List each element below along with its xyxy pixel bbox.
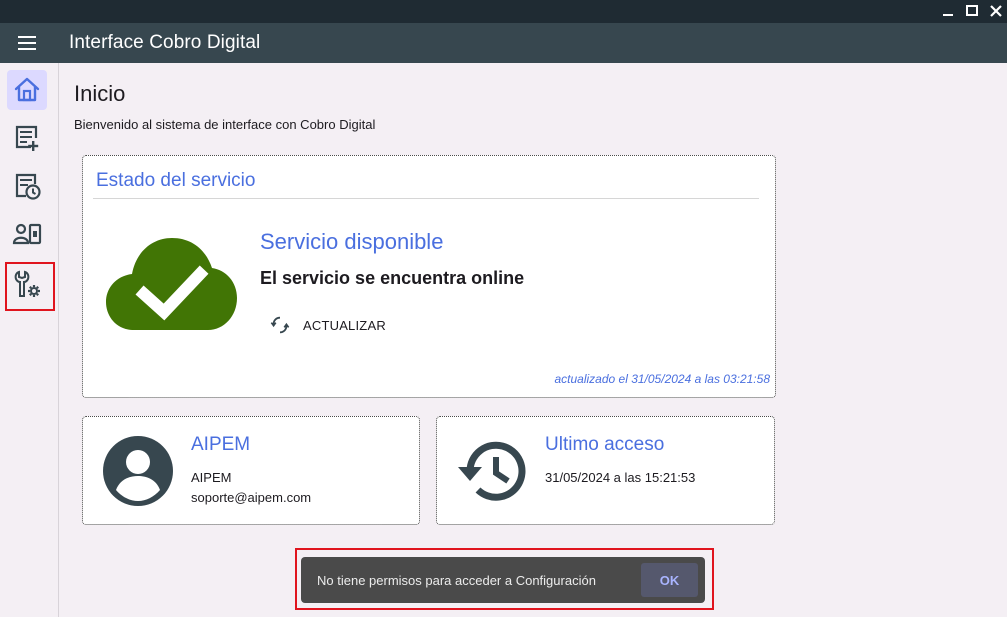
minimize-icon[interactable] — [939, 2, 957, 20]
configuracion-highlight — [5, 262, 55, 311]
menu-icon[interactable] — [16, 32, 38, 54]
sidebar — [0, 63, 59, 617]
history-icon — [458, 441, 526, 501]
user-card: AIPEM AIPEM soporte@aipem.com — [82, 416, 420, 525]
sidebar-item-usuarios[interactable] — [7, 214, 47, 254]
card-divider — [93, 198, 759, 199]
page-title: Inicio — [74, 81, 126, 106]
maximize-icon[interactable] — [963, 2, 981, 20]
snackbar-message: No tiene permisos para acceder a Configu… — [317, 573, 596, 588]
snackbar-ok-button[interactable]: OK — [641, 563, 698, 597]
sidebar-item-inicio[interactable] — [7, 70, 47, 110]
document-clock-icon — [15, 173, 41, 200]
user-card-title: AIPEM — [191, 434, 251, 455]
service-status-title: Estado del servicio — [96, 170, 256, 191]
snackbar: No tiene permisos para acceder a Configu… — [301, 557, 705, 603]
last-access-date: 31/05/2024 a las 15:21:53 — [545, 470, 696, 485]
account-circle-icon — [103, 436, 173, 506]
refresh-icon — [270, 316, 290, 334]
note-add-icon — [15, 125, 39, 151]
last-access-title: Ultimo acceso — [545, 434, 665, 455]
home-icon — [14, 77, 40, 102]
close-icon[interactable] — [987, 2, 1005, 20]
sidebar-item-historial[interactable] — [7, 166, 47, 206]
app-bar: Interface Cobro Digital — [0, 23, 1007, 63]
user-name: AIPEM — [191, 470, 232, 485]
user-email: soporte@aipem.com — [191, 490, 312, 505]
window-titlebar — [0, 0, 1007, 23]
refresh-button[interactable]: ACTUALIZAR — [269, 312, 386, 338]
page-subtitle: Bienvenido al sistema de interface con C… — [74, 117, 376, 132]
sidebar-item-nuevo[interactable] — [7, 118, 47, 158]
refresh-label: ACTUALIZAR — [303, 317, 386, 333]
last-access-card: Ultimo acceso 31/05/2024 a las 15:21:53 — [436, 416, 775, 525]
cloud-check-icon — [106, 238, 237, 330]
user-card-icon — [12, 223, 42, 245]
service-status-text: El servicio se encuentra online — [260, 268, 525, 288]
app-title: Interface Cobro Digital — [69, 32, 261, 53]
service-status-card: Estado del servicio Servicio disponible … — [82, 155, 776, 398]
last-updated-text: actualizado el 31/05/2024 a las 03:21:58 — [554, 372, 770, 386]
service-status-heading: Servicio disponible — [260, 229, 444, 254]
